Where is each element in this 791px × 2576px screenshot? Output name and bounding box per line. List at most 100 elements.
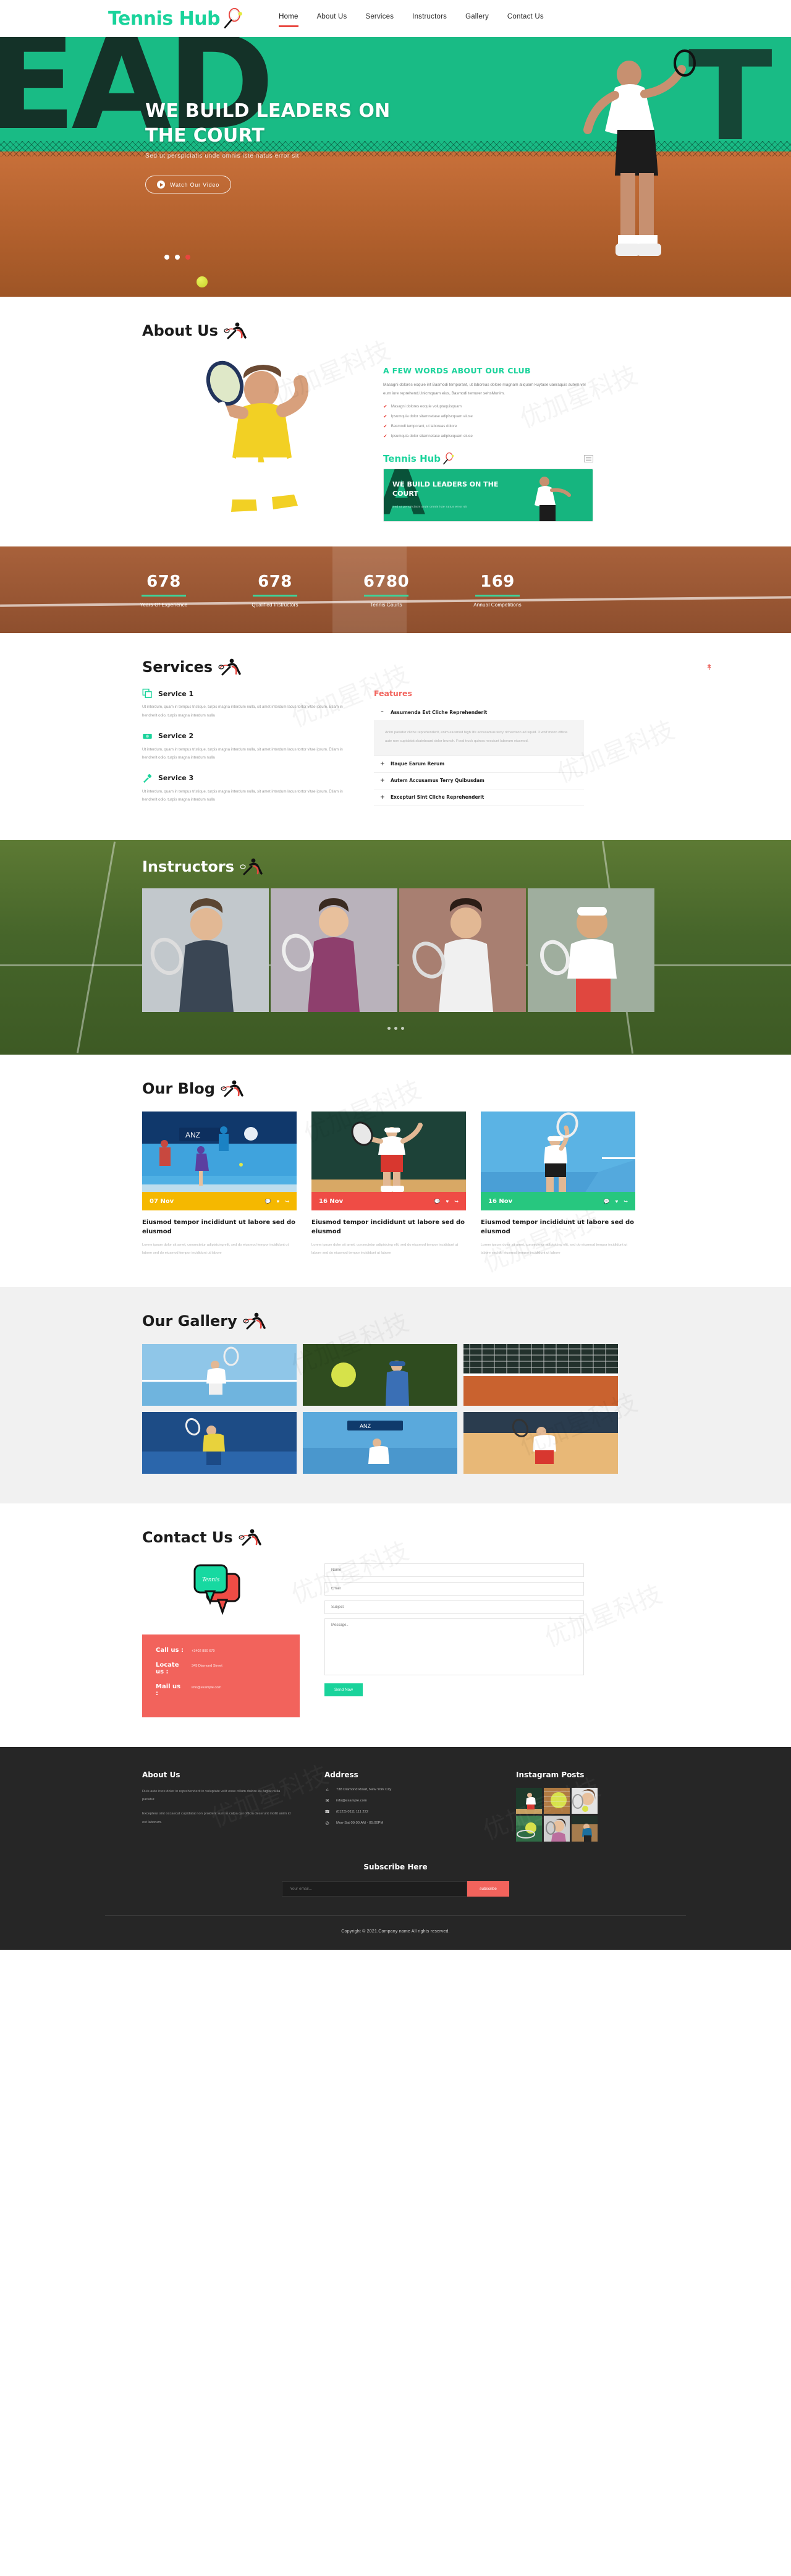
- plus-icon: +: [380, 760, 385, 767]
- about-text-block: A FEW WORDS ABOUT OUR CLUB Masagni dolor…: [383, 351, 593, 522]
- subscribe-block: Subscribe Here subscribe: [83, 1863, 708, 1897]
- accordion-header[interactable]: – Assumenda Est Cliche Reprehenderit: [374, 704, 584, 721]
- instagram-thumb[interactable]: [572, 1815, 598, 1842]
- gallery-item[interactable]: [463, 1411, 618, 1474]
- blog-thumbnail[interactable]: 16 Nov 💬 ♥ ↪: [481, 1112, 635, 1211]
- share-icon[interactable]: ↪: [454, 1199, 459, 1204]
- accordion-item[interactable]: – Assumenda Est Cliche Reprehenderit Ani…: [374, 704, 584, 756]
- footer-about-column: About Us Duis aute irure dolor in repreh…: [142, 1770, 294, 1842]
- heart-icon[interactable]: ♥: [277, 1199, 280, 1204]
- nav-item-home[interactable]: Home: [279, 13, 299, 27]
- footer-instagram-heading: Instagram Posts: [516, 1770, 585, 1779]
- nav-item-services[interactable]: Services: [365, 13, 394, 25]
- about-bullet-list: ✔ Masagni dolores eoquie voluptaquisquam …: [383, 404, 593, 439]
- about-video-card[interactable]: Tennis Hub A: [383, 453, 593, 522]
- blog-excerpt: Lorem ipsum dolor sit amet, consectetur …: [142, 1243, 289, 1255]
- heart-icon[interactable]: ♥: [446, 1199, 449, 1204]
- hero-dot-2[interactable]: [175, 255, 180, 260]
- nav-item-about[interactable]: About Us: [317, 13, 347, 25]
- svg-text:ANZ: ANZ: [185, 1131, 200, 1139]
- blog-excerpt: Lorem ipsum dolor sit amet, consectetur …: [481, 1243, 628, 1255]
- nav-item-instructors[interactable]: Instructors: [412, 13, 447, 25]
- gallery-item[interactable]: [463, 1343, 618, 1406]
- blog-card[interactable]: ANZ 07 Nov 💬 ♥ ↪ Eiusmod tempor incididu…: [142, 1112, 297, 1257]
- blog-actions[interactable]: 💬 ♥ ↪: [604, 1199, 628, 1204]
- services-heading-text: Services: [142, 658, 213, 676]
- blog-title[interactable]: Eiusmod tempor incididunt ut labore sed …: [142, 1218, 297, 1236]
- share-icon[interactable]: ↪: [624, 1199, 628, 1204]
- instructors-dots[interactable]: [83, 1027, 708, 1031]
- share-icon[interactable]: ↪: [285, 1199, 289, 1204]
- main-nav[interactable]: Home About Us Services Instructors Galle…: [279, 13, 544, 27]
- blog-title[interactable]: Eiusmod tempor incididunt ut labore sed …: [311, 1218, 466, 1236]
- copy-icon: [142, 689, 152, 699]
- instructors-heading-text: Instructors: [142, 858, 235, 876]
- about-bullet-label: Basmodi temporant, ut laboreas dolore: [391, 424, 457, 429]
- hamburger-icon[interactable]: [584, 455, 593, 463]
- accordion-header[interactable]: + Itaque Earum Rerum: [374, 755, 584, 772]
- instructor-dot-3[interactable]: [400, 1027, 404, 1031]
- play-icon: [157, 181, 165, 189]
- nav-item-gallery[interactable]: Gallery: [465, 13, 489, 25]
- blog-actions[interactable]: 💬 ♥ ↪: [265, 1199, 289, 1204]
- instructors-carousel[interactable]: [83, 888, 708, 1013]
- send-now-button[interactable]: Send Now: [324, 1683, 363, 1696]
- footer-phone-text[interactable]: (0123) 0111 111 222: [336, 1810, 368, 1814]
- subject-input[interactable]: [324, 1600, 584, 1614]
- blog-card[interactable]: 16 Nov 💬 ♥ ↪ Eiusmod tempor incididunt u…: [481, 1112, 635, 1257]
- instagram-thumb[interactable]: [516, 1787, 542, 1814]
- instagram-thumb[interactable]: [516, 1815, 542, 1842]
- accordion-item[interactable]: + Autem Accusamus Terry Quibusdam: [374, 772, 584, 789]
- subscribe-email-input[interactable]: [282, 1881, 468, 1897]
- video-thumbnail[interactable]: A WE BUILD LEADERS ON THE COURT Sed ut p…: [383, 469, 593, 522]
- nav-item-contact[interactable]: Contact Us: [507, 13, 544, 25]
- accordion-header[interactable]: + Excepturi Sint Cliche Reprehenderit: [374, 789, 584, 806]
- email-input[interactable]: [324, 1581, 584, 1596]
- name-input[interactable]: [324, 1563, 584, 1577]
- instructor-card[interactable]: [399, 888, 526, 1013]
- gallery-item[interactable]: [303, 1343, 457, 1406]
- service-text: Ut interdum, quam in tempus tristique, t…: [142, 789, 343, 802]
- contact-form: Send Now: [324, 1563, 584, 1717]
- gallery-item[interactable]: [142, 1411, 297, 1474]
- blog-card[interactable]: 16 Nov 💬 ♥ ↪ Eiusmod tempor incididunt u…: [311, 1112, 466, 1257]
- blog-title[interactable]: Eiusmod tempor incididunt ut labore sed …: [481, 1218, 635, 1236]
- instructor-dot-1[interactable]: [387, 1027, 391, 1031]
- video-thumb-title: WE BUILD LEADERS ON THE COURT: [392, 480, 499, 498]
- message-input[interactable]: [324, 1618, 584, 1675]
- instagram-thumb[interactable]: [544, 1787, 570, 1814]
- instructor-photo: [271, 888, 397, 1013]
- instagram-thumb[interactable]: [544, 1815, 570, 1842]
- heart-icon[interactable]: ♥: [615, 1199, 619, 1204]
- site-logo[interactable]: Tennis Hub: [108, 8, 243, 30]
- accordion-header[interactable]: + Autem Accusamus Terry Quibusdam: [374, 772, 584, 789]
- watch-video-button[interactable]: Watch Our Video: [145, 176, 232, 194]
- gallery-item[interactable]: ANZ: [303, 1411, 457, 1474]
- gallery-item[interactable]: [142, 1343, 297, 1406]
- blog-thumbnail[interactable]: 16 Nov 💬 ♥ ↪: [311, 1112, 466, 1211]
- hero-dot-3[interactable]: [185, 255, 190, 260]
- blog-actions[interactable]: 💬 ♥ ↪: [434, 1199, 459, 1204]
- accordion-item[interactable]: + Excepturi Sint Cliche Reprehenderit: [374, 789, 584, 806]
- check-icon: ✔: [383, 404, 387, 410]
- service-text: Ut interdum, quam in tempus tristique, t…: [142, 705, 343, 718]
- site-header: Tennis Hub Home About Us Services Instru…: [0, 0, 791, 37]
- subscribe-button[interactable]: subscribe: [467, 1881, 509, 1897]
- contact-info-value: +3402 890 679: [192, 1649, 215, 1653]
- instructor-card[interactable]: [271, 888, 397, 1013]
- hero-slider-dots[interactable]: [164, 255, 190, 260]
- scroll-top-arrow[interactable]: ↟: [706, 663, 713, 673]
- instructor-card[interactable]: [528, 888, 654, 1013]
- instagram-thumb[interactable]: [572, 1787, 598, 1814]
- comment-icon[interactable]: 💬: [604, 1199, 610, 1204]
- hero-dot-1[interactable]: [164, 255, 169, 260]
- instructors-section: Instructors: [0, 840, 791, 1055]
- accordion-item[interactable]: + Itaque Earum Rerum: [374, 755, 584, 773]
- comment-icon[interactable]: 💬: [434, 1199, 441, 1204]
- footer-email-text[interactable]: info@example.com: [336, 1799, 367, 1803]
- blog-thumbnail[interactable]: ANZ 07 Nov 💬 ♥ ↪: [142, 1112, 297, 1211]
- stat-item: 678 Years Of Experience: [108, 572, 219, 608]
- instructor-card[interactable]: [142, 888, 269, 1013]
- instructor-dot-2[interactable]: [394, 1027, 397, 1031]
- comment-icon[interactable]: 💬: [265, 1199, 271, 1204]
